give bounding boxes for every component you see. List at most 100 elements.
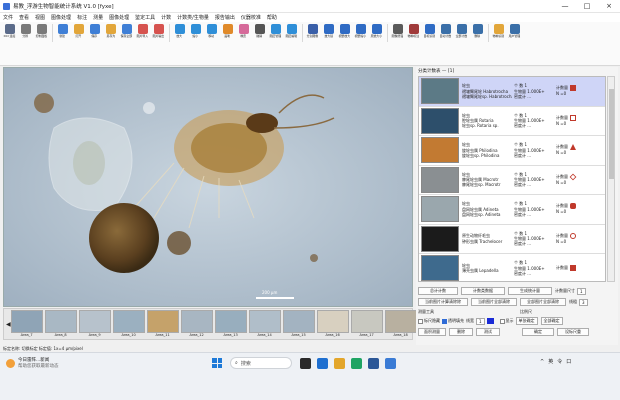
toolbar-button[interactable]: 图片输出 bbox=[151, 24, 166, 38]
chrome-icon[interactable] bbox=[351, 357, 362, 369]
menu-report[interactable]: 报告输出 bbox=[215, 14, 235, 21]
toolbar-button[interactable]: 移动 bbox=[204, 24, 219, 38]
line-color-swatch[interactable] bbox=[486, 318, 494, 324]
menu-image-process[interactable]: 图像处理 bbox=[51, 14, 71, 21]
toolbar-button[interactable]: 缩小 bbox=[188, 24, 203, 38]
toolbar-button[interactable]: 新建 bbox=[55, 24, 70, 38]
thumbnail-item[interactable]: Area_12 bbox=[180, 310, 213, 338]
toolbar-button[interactable]: 打开 bbox=[71, 24, 86, 38]
toolbar-button[interactable]: 图片导入 bbox=[135, 24, 150, 38]
ruler-confirm-button[interactable]: 确定 bbox=[522, 328, 554, 336]
thumbnail-item[interactable]: Area_18 bbox=[384, 310, 417, 338]
toolbar-button[interactable]: DCI 连接 bbox=[2, 24, 17, 38]
species-mark-icon[interactable] bbox=[570, 232, 576, 239]
volume-icon[interactable]: 口 bbox=[566, 358, 571, 365]
total-count-button[interactable]: 总计计数 bbox=[418, 287, 458, 295]
toolbar-button[interactable]: 放大 bbox=[172, 24, 187, 38]
menu-count[interactable]: 计数 bbox=[161, 14, 171, 21]
maximize-button[interactable]: □ bbox=[576, 0, 598, 13]
toolbar-button[interactable]: 物种标注 bbox=[406, 24, 421, 38]
menu-annotate[interactable]: 标注 bbox=[77, 14, 87, 21]
toolbar-button[interactable]: 画笔 bbox=[220, 24, 235, 38]
thumbnail-item[interactable]: Area_14 bbox=[248, 310, 281, 338]
toolbar-button[interactable]: 图层编辑 bbox=[284, 24, 299, 38]
menu-window[interactable]: 视图 bbox=[35, 14, 45, 21]
app-window-icon[interactable] bbox=[368, 357, 379, 369]
species-mark-icon[interactable] bbox=[570, 265, 576, 272]
species-list-scrollbar[interactable] bbox=[607, 76, 615, 282]
weather-widget[interactable]: 今日雷阵...新闻 帮助您获取最新动态 bbox=[6, 358, 59, 369]
species-row[interactable]: 轮虫 棘尾轮虫属 Macrotr 棘尾轮虫sp. Macrotr 个 数 1 生物量 1… bbox=[419, 166, 605, 195]
test-button[interactable]: 测试 bbox=[476, 328, 500, 336]
toolbar-button[interactable]: 分割图像 bbox=[305, 24, 320, 38]
toolbar-button[interactable]: 物种识别 bbox=[491, 24, 506, 38]
menu-biomass[interactable]: 计数类/生物量 bbox=[177, 14, 209, 21]
toolbar-button[interactable]: 保存全部 bbox=[119, 24, 134, 38]
toolbar-button[interactable]: 用户管理 bbox=[507, 24, 522, 38]
clear-all-images-button[interactable]: 全部图片全部清除 bbox=[520, 298, 566, 306]
wifi-icon[interactable]: 令 bbox=[557, 358, 562, 365]
close-button[interactable]: × bbox=[598, 0, 620, 13]
toolbar-button[interactable]: 删除 bbox=[470, 24, 485, 38]
menu-identify-tools[interactable]: 鉴定工具 bbox=[135, 14, 155, 21]
browser-icon[interactable] bbox=[317, 357, 328, 369]
show-checkbox[interactable] bbox=[499, 318, 505, 324]
toolbar-button[interactable]: 视野放大 bbox=[337, 24, 352, 38]
species-row[interactable]: 轮虫 褶皱臂尾轮 Habrotrocha 褶皱臂尾轮sp. Habrotrocha 个… bbox=[419, 77, 605, 107]
hide-ruler-checkbox[interactable] bbox=[418, 318, 423, 324]
species-mark-icon[interactable] bbox=[570, 85, 576, 92]
toolbar-button[interactable]: 另存为 bbox=[103, 24, 118, 38]
toolbar-button[interactable]: 分辨 bbox=[18, 24, 33, 38]
species-row[interactable]: 轮虫 盘网轮虫属 Adineta 盘网轮虫sp. Adineta 个 数 1 生物量 1… bbox=[419, 195, 605, 225]
all-confirm-button[interactable]: 全部确定 bbox=[540, 317, 563, 325]
species-mark-icon[interactable] bbox=[570, 144, 576, 151]
menu-measure[interactable]: 测量 bbox=[93, 14, 103, 21]
menu-file[interactable]: 文件 bbox=[3, 14, 13, 21]
thumbnail-item[interactable]: Area_7 bbox=[10, 310, 43, 338]
species-row[interactable]: 原生动物纤毛虫 钟形虫属 Trachelocer 个 数 1 生物量 1.000E+ 密… bbox=[419, 225, 605, 254]
toolbar-button[interactable]: 撤销 bbox=[252, 24, 267, 38]
transparent-fill-checkbox[interactable] bbox=[442, 318, 447, 324]
area-measure-button[interactable]: 面积测量 bbox=[418, 328, 446, 336]
image-viewer[interactable]: 200 μm bbox=[3, 67, 413, 307]
toolbar-button[interactable]: 放大镜 bbox=[321, 24, 336, 38]
line-width-select[interactable]: 1 bbox=[476, 317, 485, 325]
thumbnail-item[interactable]: Area_11 bbox=[146, 310, 179, 338]
toolbar-button[interactable]: 目标识别 bbox=[422, 24, 437, 38]
clear-current-count-button[interactable]: 当前图片计算清除除 bbox=[418, 298, 468, 306]
thumbnail-item[interactable]: Area_15 bbox=[282, 310, 315, 338]
species-mark-icon[interactable] bbox=[569, 173, 577, 181]
thumbnail-item[interactable]: Area_13 bbox=[214, 310, 247, 338]
menu-help[interactable]: 帮助 bbox=[267, 14, 277, 21]
toolbar-button[interactable]: 图像增强 bbox=[390, 24, 405, 38]
thumbnail-item[interactable]: Area_16 bbox=[316, 310, 349, 338]
plankton-app-icon[interactable] bbox=[385, 357, 396, 369]
species-mark-icon[interactable] bbox=[570, 203, 576, 210]
thumbnail-item[interactable]: Area_9 bbox=[78, 310, 111, 338]
menu-view[interactable]: 查看 bbox=[19, 14, 29, 21]
species-row[interactable]: 轮虫 旋轮虫属 Philodina 旋轮虫sp. Philodina 个 数 1 生物量… bbox=[419, 136, 605, 166]
task-view-icon[interactable] bbox=[300, 357, 311, 369]
single-confirm-button[interactable]: 单张确定 bbox=[515, 317, 538, 325]
file-explorer-icon[interactable] bbox=[334, 357, 345, 369]
input-language[interactable]: 英 bbox=[548, 358, 553, 365]
toolbar-button[interactable]: 全部计数 bbox=[454, 24, 469, 38]
minimize-button[interactable]: — bbox=[554, 0, 576, 13]
toolbar-button[interactable]: 保存 bbox=[87, 24, 102, 38]
menu-image-process-2[interactable]: 图像处理 bbox=[109, 14, 129, 21]
start-button[interactable] bbox=[212, 358, 222, 368]
generate-stats-button[interactable]: 生成统计量 bbox=[508, 287, 552, 295]
clear-current-all-button[interactable]: 当前图片全部清除 bbox=[471, 298, 517, 306]
delete-measure-button[interactable]: 删除 bbox=[449, 328, 473, 336]
toolbar-button[interactable]: 原始大小 bbox=[369, 24, 384, 38]
toolbar-button[interactable]: 控制面板 bbox=[34, 24, 49, 38]
toolbar-button[interactable]: 橡皮 bbox=[236, 24, 251, 38]
reset-ruler-button[interactable]: 设标尺重 bbox=[557, 328, 589, 336]
tray-overflow-icon[interactable]: ^ bbox=[540, 359, 544, 365]
mark-size-select[interactable]: 1 bbox=[577, 287, 586, 295]
taskbar-search[interactable]: ⌕ 搜索 bbox=[230, 357, 292, 369]
thumbnail-item[interactable]: Area_8 bbox=[44, 310, 77, 338]
toolbar-button[interactable]: 图层管理 bbox=[268, 24, 283, 38]
species-row[interactable]: 轮虫 腔轮虫属 Rotaria 轮虫sp. Rotaria sp. 个 数 1 生物量 … bbox=[419, 107, 605, 136]
count-data-button[interactable]: 计数类数据 bbox=[461, 287, 505, 295]
